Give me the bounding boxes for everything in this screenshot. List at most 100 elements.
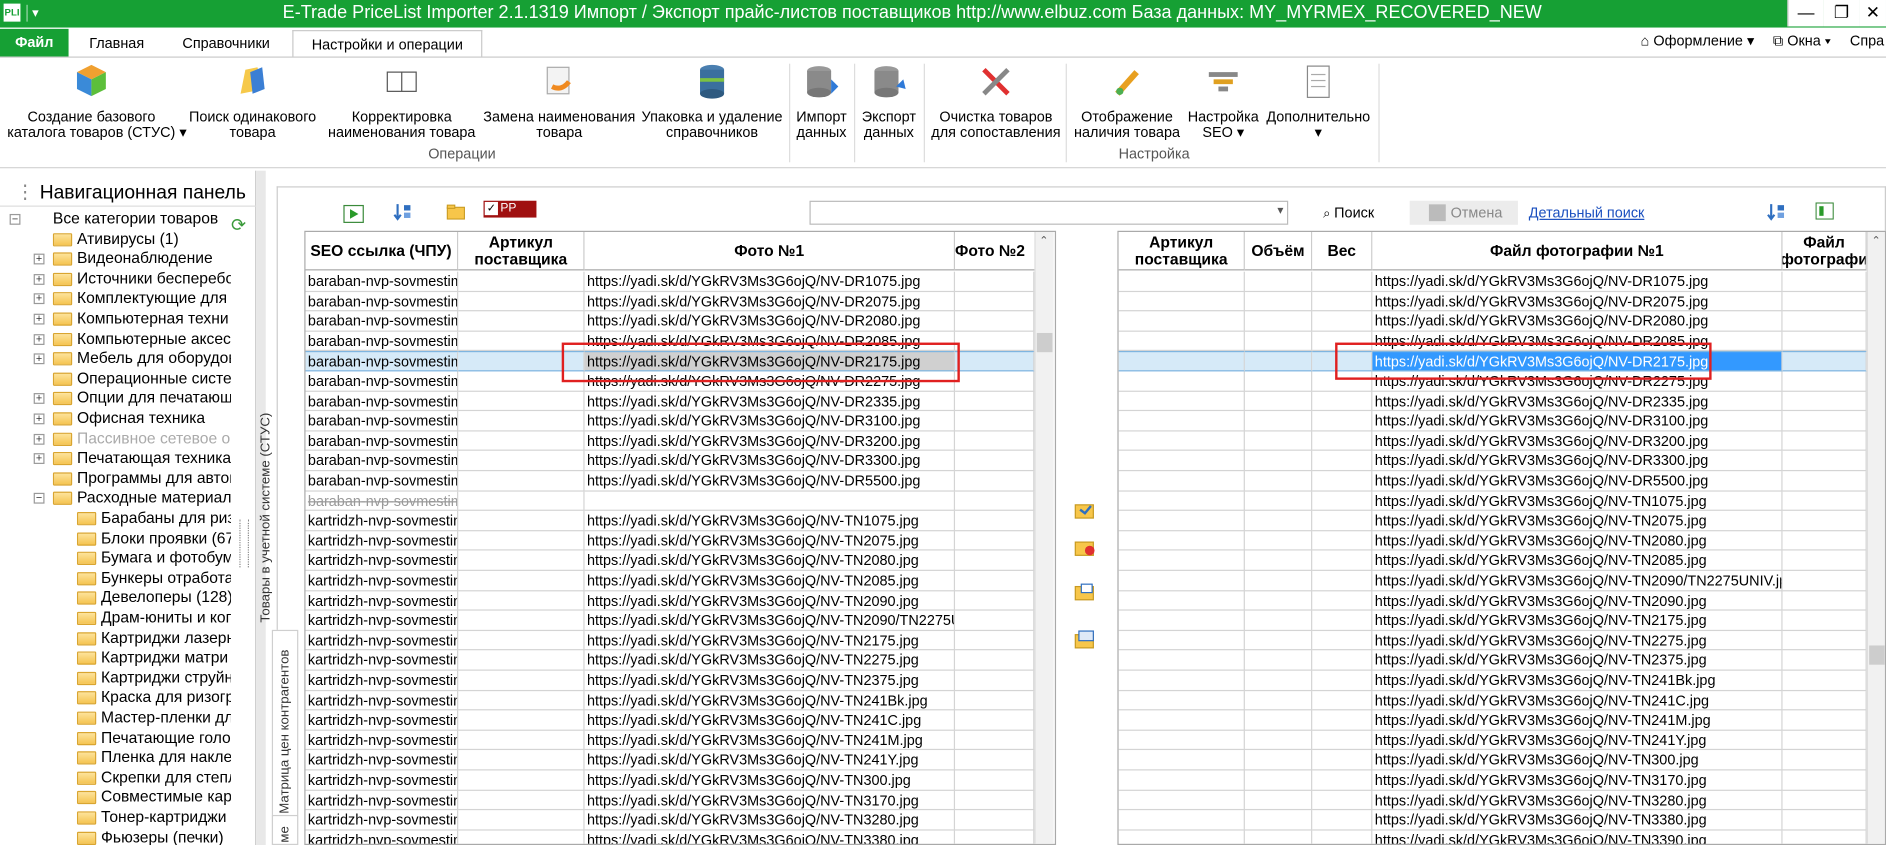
appearance-menu[interactable]: ⌂ Оформление ▾: [1641, 32, 1755, 49]
cell-supplier-sku[interactable]: [458, 630, 585, 651]
cell-volume[interactable]: [1244, 710, 1313, 731]
cell-photo1[interactable]: https://yadi.sk/d/YGkRV3Ms3G6ojQ/NV-TN23…: [584, 670, 956, 691]
cell-photo1[interactable]: https://yadi.sk/d/YGkRV3Ms3G6ojQ/NV-DR20…: [584, 291, 956, 312]
cell-supplier-sku[interactable]: [458, 650, 585, 671]
pack-references-button[interactable]: Упаковка и удаление справочников: [640, 63, 784, 141]
cell-photo2[interactable]: [955, 391, 1035, 412]
cell-photo1[interactable]: https://yadi.sk/d/YGkRV3Ms3G6ojQ/NV-DR32…: [584, 431, 956, 452]
right-grid-scrollbar[interactable]: ⌃: [1866, 231, 1885, 844]
cell-supplier-sku[interactable]: [1118, 730, 1245, 751]
cell-weight[interactable]: [1312, 550, 1373, 571]
cell-photo-file2[interactable]: [1782, 351, 1867, 372]
cell-seo[interactable]: kartridzh-nvp-sovmestim: [305, 750, 459, 771]
cell-photo1[interactable]: https://yadi.sk/d/YGkRV3Ms3G6ojQ/NV-TN20…: [584, 531, 956, 551]
play-icon[interactable]: [343, 204, 365, 223]
tree-item[interactable]: Бункеры отработа: [0, 568, 231, 588]
cell-photo-file1[interactable]: https://yadi.sk/d/YGkRV3Ms3G6ojQ/NV-TN24…: [1372, 730, 1783, 751]
cell-seo[interactable]: baraban-nvp-sovmestimy: [305, 431, 459, 452]
cell-volume[interactable]: [1244, 730, 1313, 751]
tree-expand-icon[interactable]: +: [33, 353, 45, 365]
tree-expand-icon[interactable]: +: [33, 413, 45, 425]
cell-photo-file2[interactable]: [1782, 750, 1867, 771]
cell-photo2[interactable]: [955, 371, 1035, 392]
clean-products-button[interactable]: Очистка товаров для сопоставления: [929, 63, 1064, 141]
cell-supplier-sku[interactable]: [1118, 590, 1245, 611]
cell-supplier-sku[interactable]: [458, 590, 585, 611]
cell-supplier-sku[interactable]: [1118, 610, 1245, 631]
cell-weight[interactable]: [1312, 750, 1373, 771]
cell-seo[interactable]: kartridzh-nvp-sovmestim: [305, 670, 459, 691]
cell-photo-file1[interactable]: https://yadi.sk/d/YGkRV3Ms3G6ojQ/NV-DR32…: [1372, 431, 1783, 452]
cell-volume[interactable]: [1244, 491, 1313, 512]
cell-weight[interactable]: [1312, 590, 1373, 611]
cell-photo1[interactable]: https://yadi.sk/d/YGkRV3Ms3G6ojQ/NV-TN21…: [584, 630, 956, 651]
cell-seo[interactable]: kartridzh-nvp-sovmestim: [305, 650, 459, 671]
cell-photo-file2[interactable]: [1782, 810, 1867, 831]
search-input[interactable]: ▾: [809, 200, 1289, 225]
cell-photo1[interactable]: https://yadi.sk/d/YGkRV3Ms3G6ojQ/NV-TN30…: [584, 770, 956, 791]
cell-seo[interactable]: baraban-nvp-sovmestimy: [305, 271, 459, 292]
unlink-folder-icon[interactable]: [1074, 537, 1096, 556]
cell-weight[interactable]: [1312, 411, 1373, 432]
tree-item[interactable]: Краска для ризогр: [0, 688, 231, 708]
minimize-button[interactable]: —: [1787, 0, 1824, 27]
cell-photo2[interactable]: [955, 830, 1035, 844]
cell-photo-file1[interactable]: https://yadi.sk/d/YGkRV3Ms3G6ojQ/NV-TN23…: [1372, 650, 1783, 671]
maximize-button[interactable]: ❐: [1823, 0, 1860, 27]
splitter-grip[interactable]: [239, 519, 249, 568]
cell-photo-file1[interactable]: https://yadi.sk/d/YGkRV3Ms3G6ojQ/NV-DR20…: [1372, 311, 1783, 332]
seo-settings-button[interactable]: Настройка SEO ▾: [1186, 63, 1261, 141]
tree-expand-icon[interactable]: +: [33, 453, 45, 465]
cell-photo-file2[interactable]: [1782, 371, 1867, 392]
tab-home[interactable]: Главная: [77, 30, 156, 56]
tree-expand-icon[interactable]: +: [33, 393, 45, 405]
cell-photo2[interactable]: [955, 770, 1035, 791]
tree-item[interactable]: + Опции для печатающ: [0, 389, 231, 409]
tree-item[interactable]: Блоки проявки (67: [0, 528, 231, 548]
cell-photo-file2[interactable]: [1783, 830, 1867, 844]
cell-photo-file1[interactable]: https://yadi.sk/d/YGkRV3Ms3G6ojQ/NV-TN10…: [1372, 491, 1783, 512]
cell-photo-file2[interactable]: [1782, 590, 1867, 611]
cell-seo[interactable]: baraban-nvp-sovmestimy: [305, 291, 459, 312]
cell-weight[interactable]: [1312, 291, 1373, 312]
tree-expand-icon[interactable]: +: [33, 333, 45, 345]
cell-supplier-sku[interactable]: [458, 531, 585, 551]
cell-photo2[interactable]: [955, 630, 1035, 651]
grip-icon[interactable]: ⋮: [16, 183, 35, 203]
cell-photo1[interactable]: https://yadi.sk/d/YGkRV3Ms3G6ojQ/NV-TN31…: [584, 790, 956, 811]
left-grid-scrollbar[interactable]: ⌃: [1034, 231, 1054, 844]
cell-supplier-sku[interactable]: [458, 511, 585, 532]
side-tab-partial[interactable]: ме: [271, 814, 299, 845]
cell-volume[interactable]: [1244, 351, 1313, 372]
tree-item[interactable]: + Печатающая техника,: [0, 449, 231, 469]
tree-item[interactable]: Картриджи матри: [0, 648, 231, 668]
cell-photo2[interactable]: [955, 750, 1035, 771]
cell-photo-file2[interactable]: [1782, 770, 1867, 791]
cell-photo-file2[interactable]: [1782, 471, 1867, 492]
tree-collapse-icon[interactable]: −: [33, 493, 45, 505]
cell-photo1[interactable]: https://yadi.sk/d/YGkRV3Ms3G6ojQ/NV-DR10…: [584, 271, 956, 292]
cell-volume[interactable]: [1244, 271, 1313, 292]
side-tab-ctus[interactable]: Товары в учетной системе (СТУС): [256, 240, 280, 625]
cell-photo2[interactable]: [955, 570, 1035, 591]
cell-supplier-sku[interactable]: [1118, 710, 1245, 731]
search-dropdown-icon[interactable]: ▾: [1277, 204, 1283, 217]
cell-photo1[interactable]: https://yadi.sk/d/YGkRV3Ms3G6ojQ/NV-TN20…: [584, 570, 956, 591]
cell-weight[interactable]: [1312, 630, 1373, 651]
cell-volume[interactable]: [1244, 311, 1313, 332]
cell-photo-file2[interactable]: [1782, 531, 1867, 551]
cell-supplier-sku[interactable]: [458, 431, 585, 452]
cell-photo-file1[interactable]: https://yadi.sk/d/YGkRV3Ms3G6ojQ/NV-TN24…: [1372, 690, 1783, 711]
column-header-supplier-sku[interactable]: Артикул поставщика: [458, 231, 585, 271]
cell-photo2[interactable]: [955, 511, 1035, 532]
cell-weight[interactable]: [1312, 311, 1373, 332]
cell-volume[interactable]: [1244, 690, 1313, 711]
cell-supplier-sku[interactable]: [1118, 431, 1245, 452]
cell-supplier-sku[interactable]: [1118, 770, 1245, 791]
cell-volume[interactable]: [1244, 750, 1313, 771]
cell-seo[interactable]: kartridzh-nvp-sovmestim: [305, 770, 459, 791]
cell-seo[interactable]: baraban-nvp-sovmestim: [305, 491, 459, 512]
column-header-supplier-sku-right[interactable]: Артикул поставщика: [1118, 231, 1245, 271]
cell-volume[interactable]: [1244, 630, 1313, 651]
move-folder-icon[interactable]: [1074, 630, 1096, 649]
